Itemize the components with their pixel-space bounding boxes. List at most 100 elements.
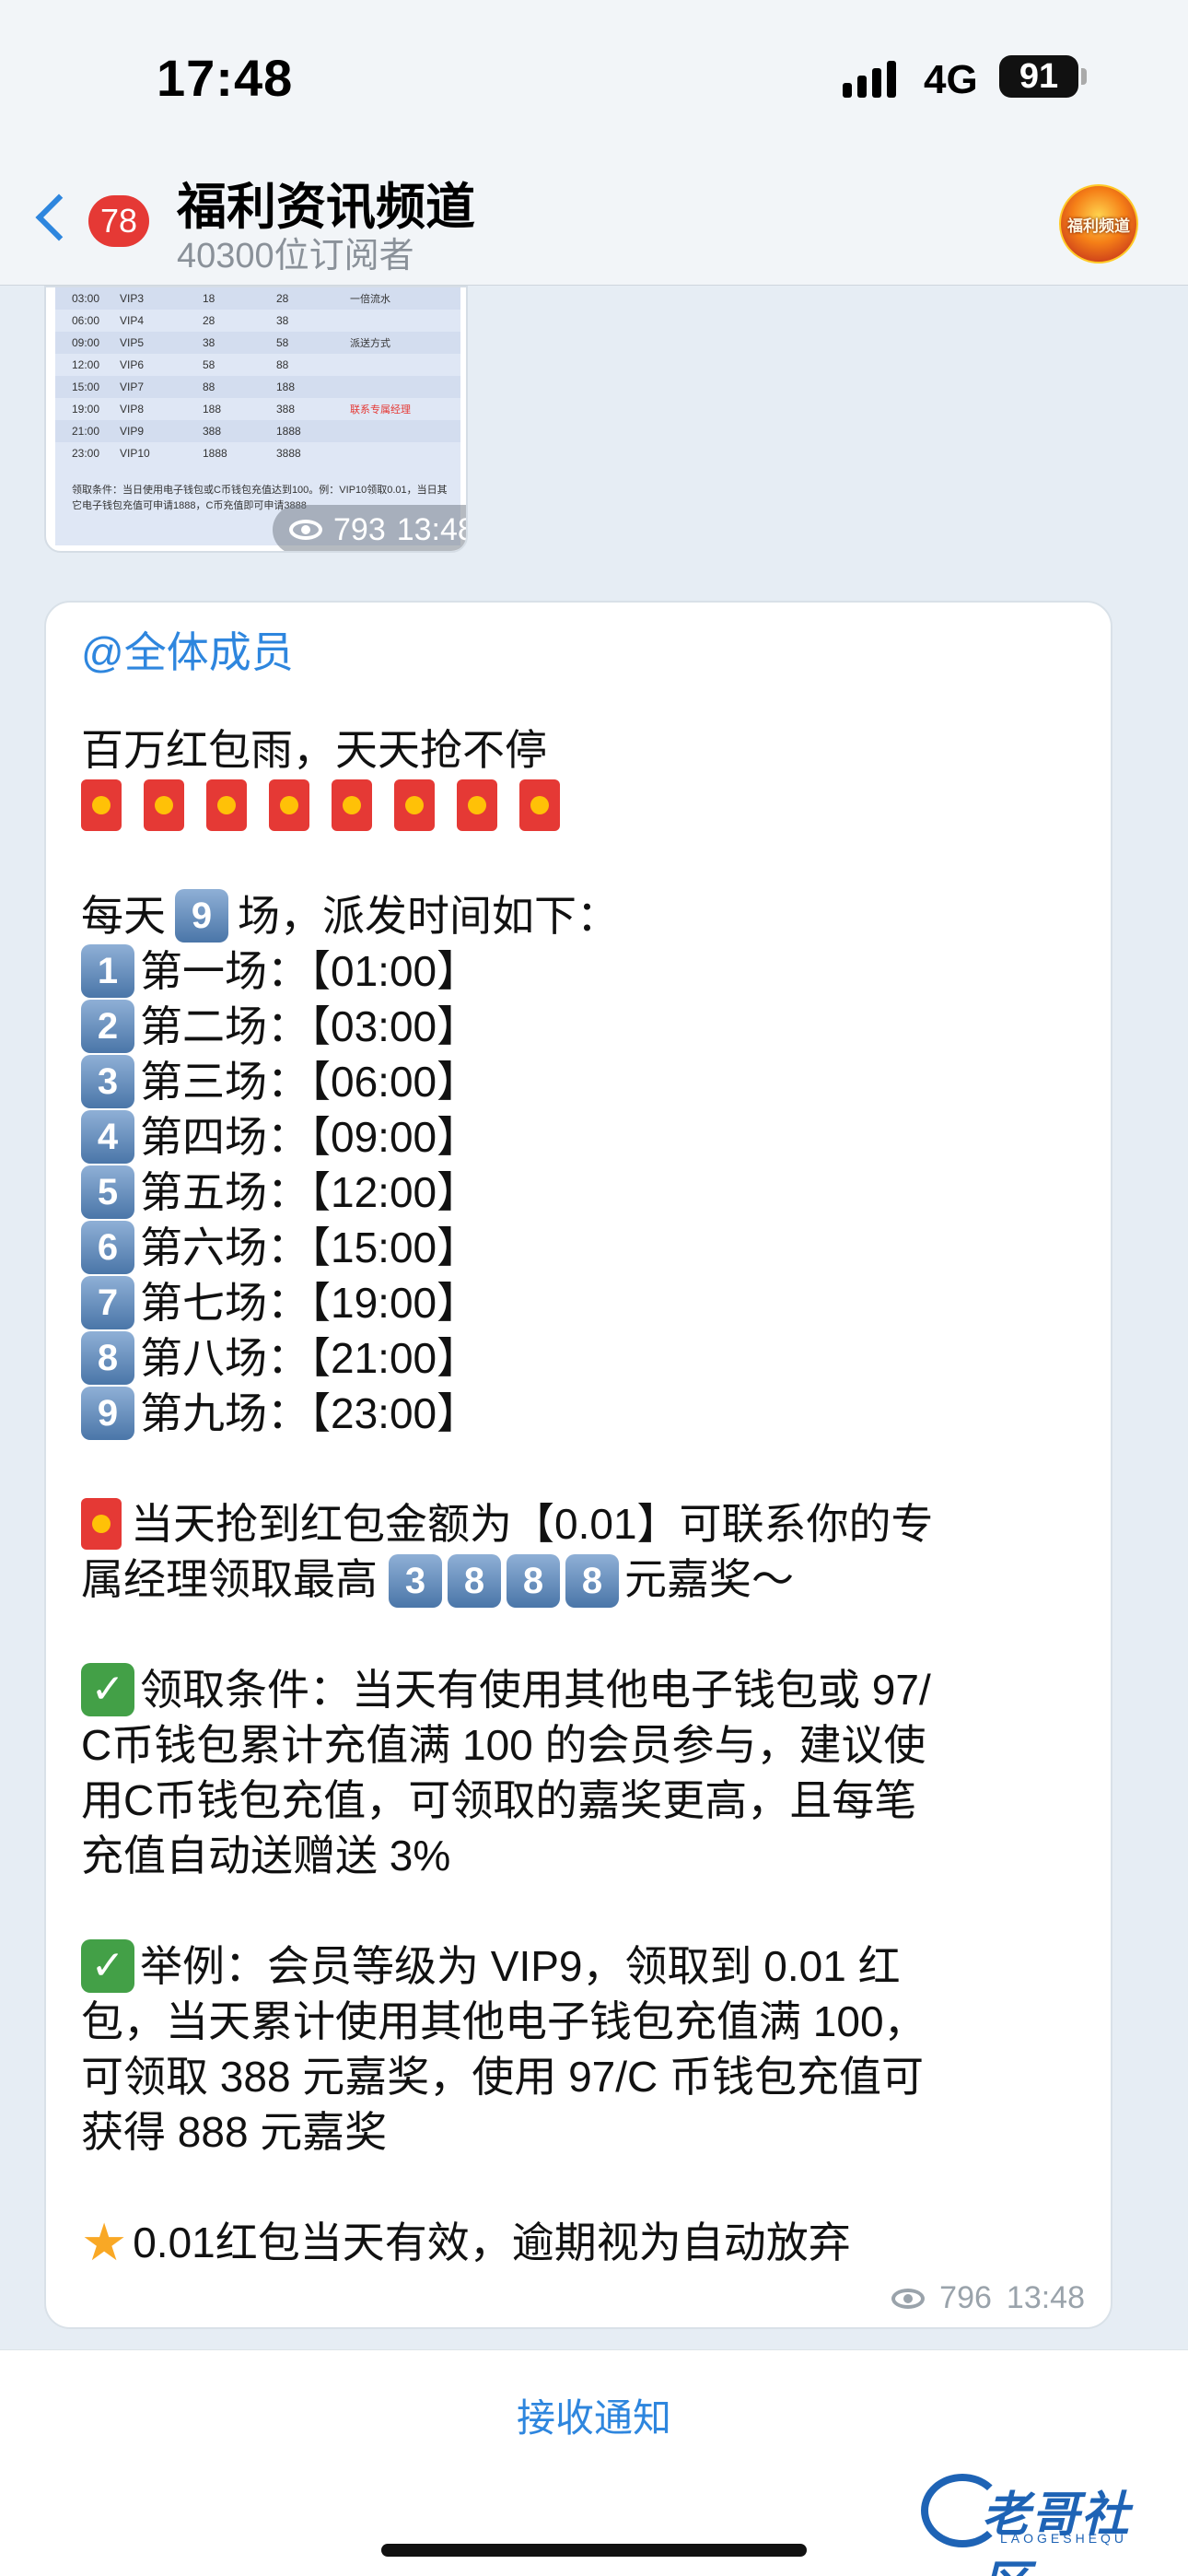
condition-lines-line: 充值自动送赠送 3%	[81, 1828, 1085, 1883]
example-lines-line: 可领取 388 元嘉奖，使用 97/C 币钱包充值可	[81, 2049, 1085, 2104]
vip-table-cell: 28	[203, 314, 215, 327]
network-label: 4G	[924, 57, 978, 102]
condition-block: ✓ 领取条件：当天有使用其他电子钱包或 97/C币钱包累计充值满 100 的会员参…	[81, 1662, 1085, 1883]
schedule-list: 1 第一场：【01:00】 2 第二场：【03:00】 3 第三场：【06:00】 4 第四场…	[81, 943, 1085, 1441]
example-lines-text: 举例：会员等级为 VIP9，领取到 0.01 红	[140, 1942, 901, 1990]
schedule-item-text: 第五场：【12:00】	[140, 1168, 480, 1216]
schedule-intro-post: 场，派发时间如下：	[238, 892, 619, 940]
watermark-subtext: LAOGESHEQU	[1000, 2531, 1128, 2546]
watermark-logo: 老哥社区 LAOGESHEQU	[921, 2470, 1179, 2576]
vip-table-row: 06:00 VIP4 28 38	[55, 310, 460, 332]
keycap-icon: 3	[81, 1055, 134, 1108]
example-lines-line: 包，当天累计使用其他电子钱包充值满 100，	[81, 1994, 1085, 2049]
condition-lines-text: 用C币钱包充值，可领取的嘉奖更高，且每笔	[81, 1776, 917, 1824]
vip-table-cell: 38	[276, 314, 289, 327]
keycap-icon: 8	[81, 1331, 134, 1385]
signal-icon	[843, 59, 896, 98]
schedule-item: 8 第八场：【21:00】	[81, 1330, 1085, 1386]
vip-table-cell: 12:00	[72, 358, 100, 371]
avatar-text: 福利频道	[1067, 217, 1130, 235]
message-bubble[interactable]: @全体成员 百万红包雨，天天抢不停 每天 9 场，派发时间如下： 1 第一场：【0…	[44, 601, 1112, 2329]
back-chevron-icon[interactable]	[35, 193, 83, 241]
home-indicator[interactable]	[381, 2544, 807, 2557]
bottom-bar: 接收通知 老哥社区 LAOGESHEQU	[0, 2349, 1188, 2576]
schedule-item-text: 第一场：【01:00】	[140, 947, 480, 995]
schedule-item-text: 第八场：【21:00】	[140, 1334, 480, 1382]
vip-table-cell: 188	[276, 381, 296, 393]
mention-all-link[interactable]: @全体成员	[81, 619, 294, 680]
channel-avatar[interactable]: 福利频道	[1059, 184, 1138, 263]
schedule-item-text: 第四场：【09:00】	[140, 1113, 480, 1161]
schedule-item: 1 第一场：【01:00】	[81, 943, 1085, 999]
image-time: 13:48	[396, 511, 468, 547]
schedule-item: 2 第二场：【03:00】	[81, 999, 1085, 1054]
keycap-icon: 8	[448, 1554, 501, 1609]
vip-table-cell: 19:00	[72, 403, 100, 416]
prize-digits: 3888	[389, 1551, 624, 1609]
prize-line-2-post: 元嘉奖～	[624, 1555, 794, 1603]
schedule-item: 5 第五场：【12:00】	[81, 1165, 1085, 1220]
message-views: 796	[939, 2280, 992, 2315]
vip-table-cell: 88	[276, 358, 289, 371]
vip-table-row: 19:00 VIP8 188 388 联系专属经理	[55, 398, 460, 420]
keycap-icon: 8	[565, 1554, 619, 1609]
message-time: 13:48	[1006, 2280, 1085, 2315]
example-lines-line: ✓ 举例：会员等级为 VIP9，领取到 0.01 红	[81, 1938, 1085, 1994]
schedule-intro-pre: 每天	[81, 892, 166, 940]
message-body: 百万红包雨，天天抢不停 每天 9 场，派发时间如下： 1 第一场：【01:00】 2…	[81, 722, 1085, 2270]
keycap-icon: 5	[81, 1165, 134, 1219]
watermark-text: 老哥社区	[982, 2488, 1132, 2576]
check-mark-icon: ✓	[81, 1663, 134, 1716]
vip-table-cell: VIP10	[120, 447, 150, 460]
vip-table-cell: 58	[203, 358, 215, 371]
vip-table-cell: 388	[276, 403, 296, 416]
example-lines-text: 获得 888 元嘉奖	[81, 2108, 388, 2156]
back-unread-badge[interactable]: 78	[88, 195, 149, 247]
image-message[interactable]: 03:00 VIP3 18 28 一倍流水 06:00 VIP4 28 38 09:00 VIP5 3…	[44, 286, 468, 553]
keycap-icon: 6	[81, 1221, 134, 1274]
receive-notifications-button[interactable]: 接收通知	[0, 2387, 1188, 2443]
eye-icon	[289, 520, 322, 540]
vip-table-cell: VIP6	[120, 358, 145, 371]
example-lines-text: 可领取 388 元嘉奖，使用 97/C 币钱包充值可	[81, 2053, 925, 2101]
vip-table-cell: VIP7	[120, 381, 145, 393]
vip-table-cell: 06:00	[72, 314, 100, 327]
schedule-item-text: 第九场：【23:00】	[140, 1389, 480, 1437]
keycap-icon: 2	[81, 1000, 134, 1053]
red-envelope-icon	[81, 779, 122, 831]
schedule-item-text: 第二场：【03:00】	[140, 1002, 480, 1050]
red-envelope-icon	[144, 779, 184, 831]
red-envelope-icon	[81, 1498, 122, 1550]
prize-line-1-text: 当天抢到红包金额为【0.01】可联系你的专	[131, 1500, 934, 1548]
vip-table-cell: 38	[203, 336, 215, 349]
eye-icon	[891, 2288, 926, 2309]
vip-table-cell: 28	[276, 292, 289, 305]
example-lines-text: 包，当天累计使用其他电子钱包充值满 100，	[81, 1997, 926, 2045]
vip-table-cell: 3888	[276, 447, 301, 460]
vip-table-cell: 15:00	[72, 381, 100, 393]
schedule-item: 9 第九场：【23:00】	[81, 1386, 1085, 1441]
example-lines-line: 获得 888 元嘉奖	[81, 2104, 1085, 2160]
vip-table-cell: 21:00	[72, 425, 100, 438]
prize-line-2-pre: 属经理领取最高	[81, 1555, 378, 1603]
battery-level: 91	[1019, 56, 1059, 96]
keycap-icon: 8	[507, 1554, 560, 1609]
vip-table-cell: VIP8	[120, 403, 145, 416]
schedule-item: 6 第六场：【15:00】	[81, 1220, 1085, 1275]
condition-lines-text: C币钱包累计充值满 100 的会员参与，建议使	[81, 1721, 926, 1769]
status-time: 17:48	[157, 49, 294, 107]
vip-table-cell: 388	[203, 425, 222, 438]
vip-table-cell: 18	[203, 292, 215, 305]
battery-icon: 91	[999, 55, 1078, 98]
red-envelope-icon	[206, 779, 247, 831]
vip-table-cell: VIP9	[120, 425, 145, 438]
schedule-item-text: 第三场：【06:00】	[140, 1058, 480, 1106]
vip-table-row: 23:00 VIP10 1888 3888	[55, 442, 460, 464]
prize-line-1: 当天抢到红包金额为【0.01】可联系你的专	[81, 1496, 1085, 1551]
vip-table-cell: 58	[276, 336, 289, 349]
headline: 百万红包雨，天天抢不停	[81, 726, 547, 774]
star-icon: ★	[81, 2213, 128, 2271]
envelope-row	[81, 778, 1085, 833]
vip-table-cell: 88	[203, 381, 215, 393]
image-view-counter: 793 13:48	[273, 505, 468, 551]
